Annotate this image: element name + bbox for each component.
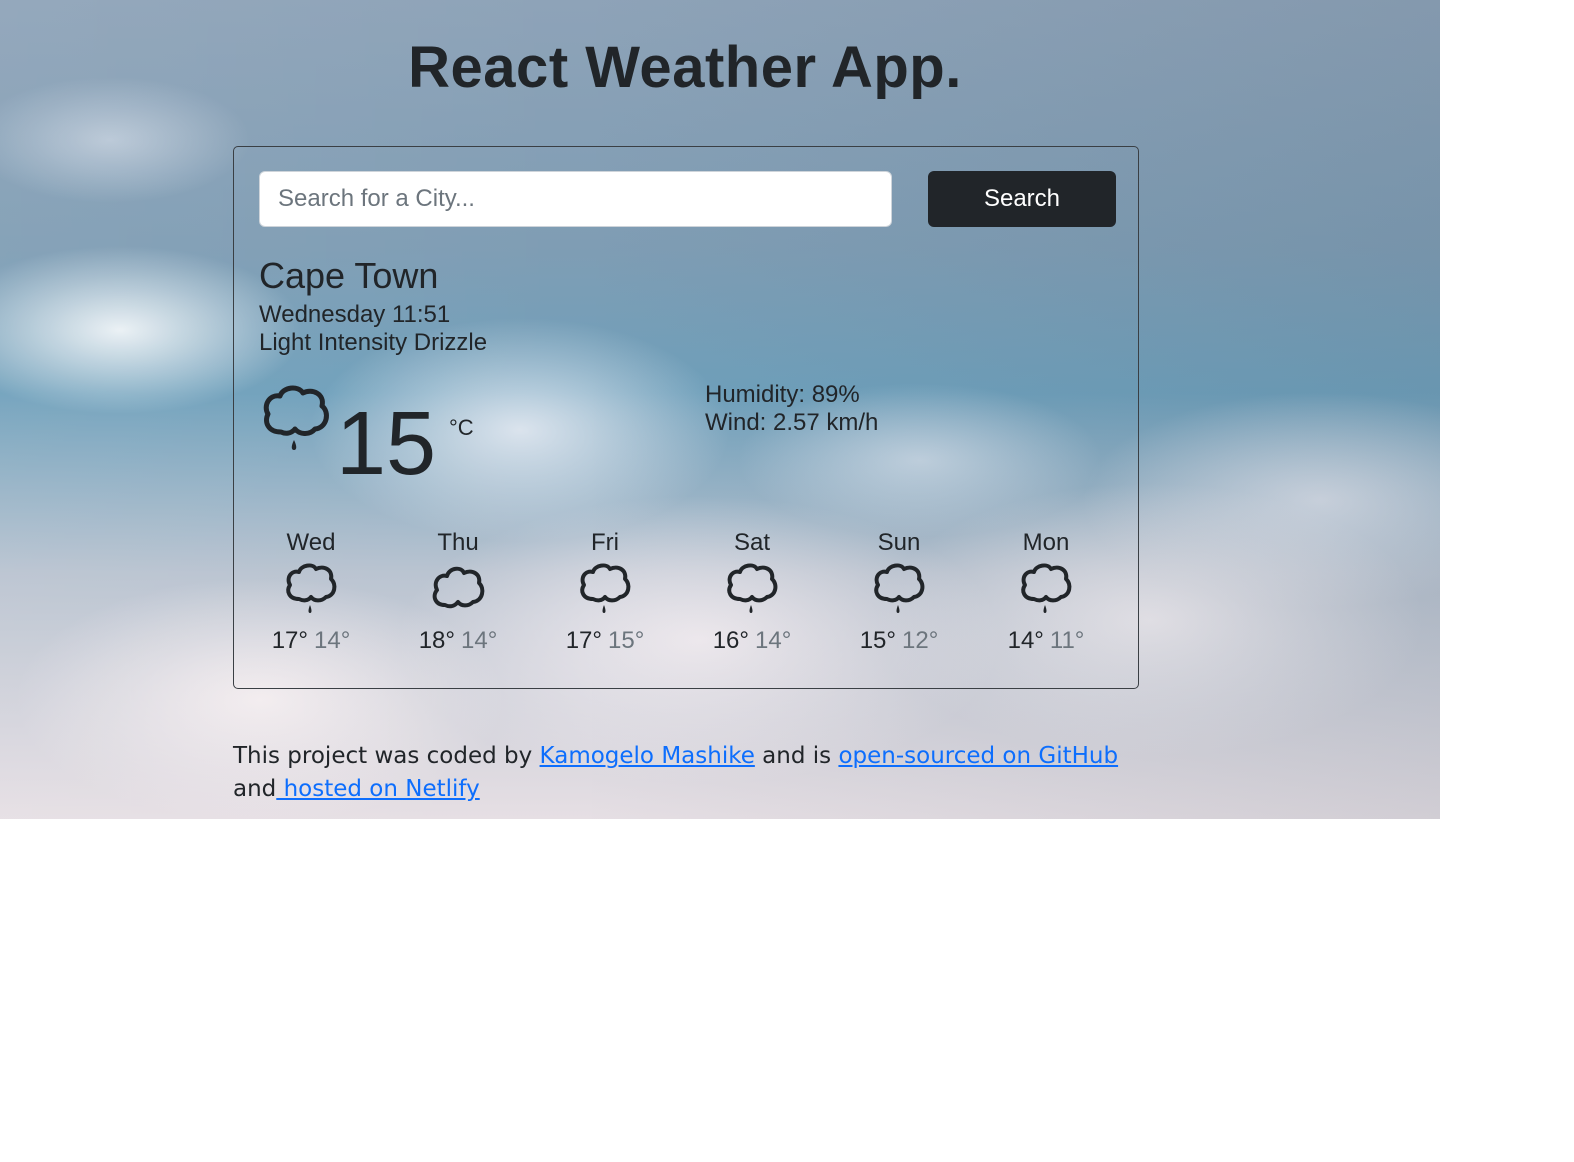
forecast-day-name: Wed bbox=[286, 529, 336, 556]
forecast-max: 17° bbox=[565, 627, 602, 654]
cloud-icon bbox=[432, 566, 485, 609]
forecast-day-name: Mon bbox=[1022, 529, 1070, 556]
forecast-day-name: Fri bbox=[591, 529, 619, 556]
search-button[interactable]: Search bbox=[928, 171, 1116, 227]
forecast-day-name: Sun bbox=[877, 529, 921, 556]
forecast-min: 14° bbox=[755, 627, 792, 654]
forecast-min: 12° bbox=[902, 627, 939, 654]
forecast-max: 18° bbox=[418, 627, 455, 654]
author-link[interactable]: Kamogelo Mashike bbox=[540, 743, 755, 769]
forecast-temps: 17° 15° bbox=[535, 627, 675, 655]
forecast-max: 14° bbox=[1007, 627, 1044, 654]
temperature-unit: °C bbox=[449, 415, 474, 440]
weather-card: Search Cape Town Wednesday 11:51 Light I… bbox=[233, 146, 1139, 689]
drizzle-cloud-icon bbox=[286, 563, 337, 613]
footer-text: This project was coded by bbox=[233, 743, 540, 769]
github-link[interactable]: open-sourced on GitHub bbox=[838, 743, 1118, 769]
forecast-min: 15° bbox=[608, 627, 645, 654]
footer-text: and bbox=[233, 776, 277, 802]
netlify-link[interactable]: hosted on Netlify bbox=[276, 776, 480, 802]
city-name: Cape Town bbox=[259, 255, 439, 296]
forecast-max: 15° bbox=[859, 627, 896, 654]
weather-description: Light Intensity Drizzle bbox=[259, 329, 488, 356]
search-input[interactable] bbox=[259, 171, 892, 227]
forecast-day: Sun 15° 12° bbox=[829, 529, 969, 655]
drizzle-cloud-icon bbox=[727, 563, 778, 613]
forecast-day: Wed 17° 14° bbox=[241, 529, 381, 655]
forecast-max: 16° bbox=[712, 627, 749, 654]
drizzle-cloud-icon bbox=[1021, 563, 1072, 613]
forecast-row: Wed 17° 14° Thu 18° 14° Fri 17° 15° Sat … bbox=[234, 529, 1140, 659]
forecast-min: 14° bbox=[314, 627, 351, 654]
background-sky-image: React Weather App. Search Cape Town Wedn… bbox=[0, 0, 1440, 819]
forecast-day: Mon 14° 11° bbox=[976, 529, 1116, 655]
forecast-day: Fri 17° 15° bbox=[535, 529, 675, 655]
drizzle-cloud-icon bbox=[263, 385, 329, 450]
footer-text: and is bbox=[754, 743, 839, 769]
humidity-value: Humidity: 89% bbox=[705, 381, 860, 408]
forecast-day-name: Sat bbox=[733, 529, 771, 556]
forecast-day-name: Thu bbox=[437, 529, 479, 556]
footer-credits: This project was coded by Kamogelo Mashi… bbox=[233, 740, 1139, 806]
forecast-day: Sat 16° 14° bbox=[682, 529, 822, 655]
current-temperature: 15 bbox=[336, 394, 437, 494]
forecast-temps: 16° 14° bbox=[682, 627, 822, 655]
forecast-temps: 14° 11° bbox=[976, 627, 1116, 655]
forecast-temps: 15° 12° bbox=[829, 627, 969, 655]
forecast-day: Thu 18° 14° bbox=[388, 529, 528, 655]
page-title: React Weather App. bbox=[408, 35, 962, 100]
forecast-max: 17° bbox=[271, 627, 308, 654]
forecast-min: 14° bbox=[461, 627, 498, 654]
wind-value: Wind: 2.57 km/h bbox=[705, 409, 879, 436]
current-datetime: Wednesday 11:51 bbox=[259, 301, 451, 328]
drizzle-cloud-icon bbox=[580, 563, 631, 613]
forecast-temps: 17° 14° bbox=[241, 627, 381, 655]
forecast-temps: 18° 14° bbox=[388, 627, 528, 655]
drizzle-cloud-icon bbox=[874, 563, 925, 613]
forecast-min: 11° bbox=[1049, 627, 1085, 654]
